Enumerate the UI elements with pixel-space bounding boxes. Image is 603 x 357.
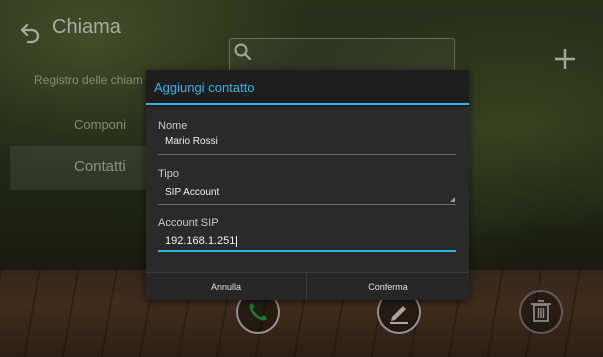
type-select-underline [158, 204, 456, 205]
sip-account-field[interactable]: 192.168.1.251 [165, 235, 238, 247]
dialog-body: Nome Mario Rossi Tipo SIP Account Accoun… [146, 107, 469, 272]
cancel-button[interactable]: Annulla [146, 273, 307, 301]
add-contact-dialog: Aggiungi contatto Nome Mario Rossi Tipo … [146, 70, 469, 301]
dialog-header: Aggiungi contatto [146, 70, 469, 105]
name-label: Nome [158, 120, 188, 132]
sip-account-underline [158, 250, 456, 252]
dropdown-arrow-icon [450, 197, 455, 202]
type-label: Tipo [158, 168, 179, 180]
dialog-title: Aggiungi contatto [154, 80, 255, 95]
name-field[interactable]: Mario Rossi [165, 136, 218, 147]
confirm-button[interactable]: Conferma [307, 273, 469, 301]
app-screen: Chiama Registro delle chiam Componi Cont… [0, 0, 603, 357]
sip-account-label: Account SIP [158, 217, 219, 229]
name-field-underline [158, 154, 456, 155]
dialog-footer: Annulla Conferma [146, 272, 469, 301]
type-select[interactable]: SIP Account [165, 187, 219, 198]
sip-account-value: 192.168.1.251 [165, 235, 236, 247]
text-cursor [236, 235, 238, 247]
